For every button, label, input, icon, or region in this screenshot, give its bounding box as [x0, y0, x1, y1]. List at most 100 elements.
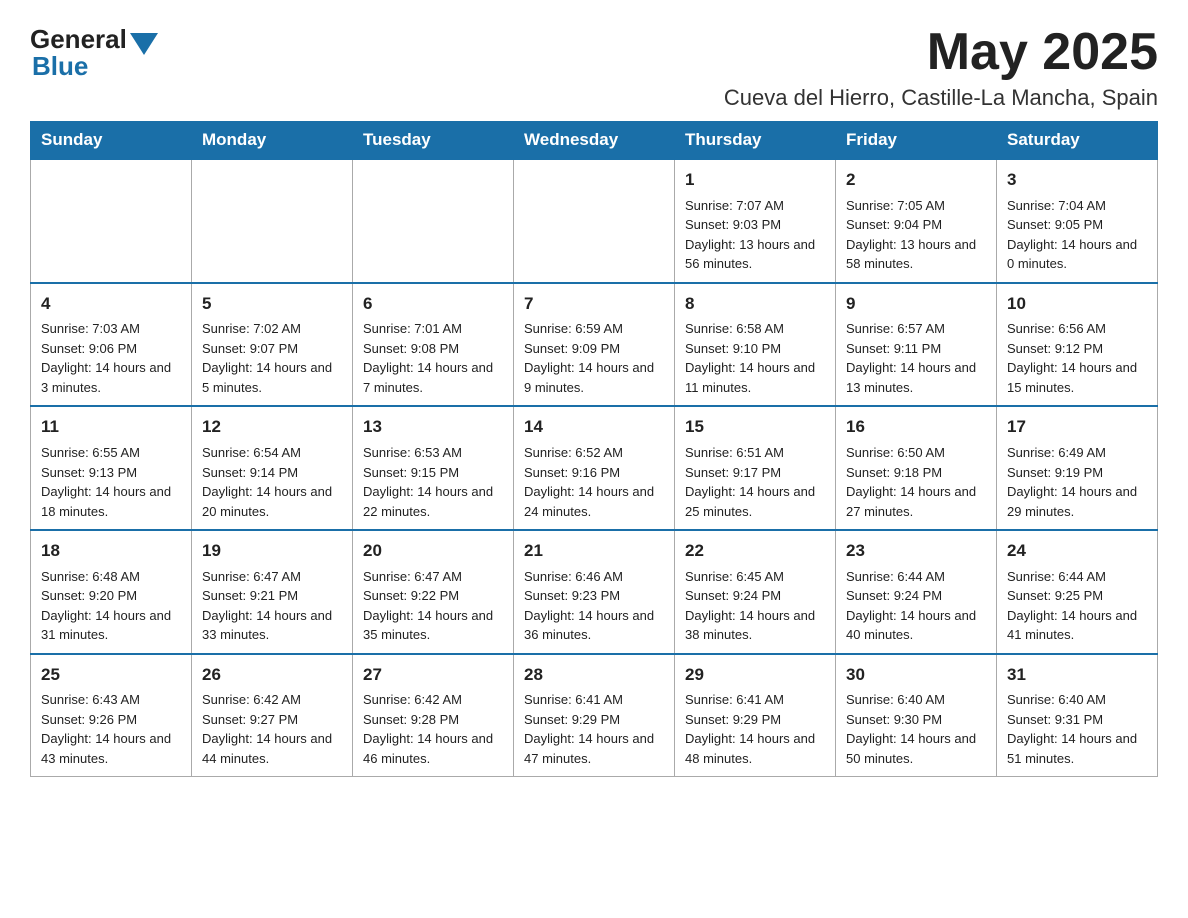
calendar-cell: 14 Sunrise: 6:52 AM Sunset: 9:16 PM Dayli… [514, 406, 675, 530]
calendar-cell: 10Sunrise: 6:56 AM Sunset: 9:12 PM Dayli… [997, 283, 1158, 407]
weekday-header-sunday: Sunday [31, 122, 192, 160]
title-area: May 2025 Cueva del Hierro, Castille-La M… [724, 24, 1158, 111]
calendar-cell: 9Sunrise: 6:57 AM Sunset: 9:11 PM Daylig… [836, 283, 997, 407]
calendar-week-3: 11 Sunrise: 6:55 AM Sunset: 9:13 PM Dayli… [31, 406, 1158, 530]
day-info: Sunrise: 6:40 AM Sunset: 9:31 PM Dayligh… [1007, 690, 1147, 768]
calendar-cell: 19Sunrise: 6:47 AM Sunset: 9:21 PM Dayli… [192, 530, 353, 654]
calendar-cell: 20 Sunrise: 6:47 AM Sunset: 9:22 PM Dayli… [353, 530, 514, 654]
day-info: Sunrise: 6:41 AM Sunset: 9:29 PM Dayligh… [685, 690, 825, 768]
weekday-header-tuesday: Tuesday [353, 122, 514, 160]
day-info: Sunrise: 6:59 AM Sunset: 9:09 PM Dayligh… [524, 319, 664, 397]
day-number: 28 [524, 663, 664, 688]
day-info: Sunrise: 6:50 AM Sunset: 9:18 PM Dayligh… [846, 443, 986, 521]
day-info: Sunrise: 6:55 AM Sunset: 9:13 PM Dayligh… [41, 443, 181, 521]
day-number: 4 [41, 292, 181, 317]
day-number: 6 [363, 292, 503, 317]
day-info: Sunrise: 6:42 AM Sunset: 9:28 PM Dayligh… [363, 690, 503, 768]
header: General Blue May 2025 Cueva del Hierro, … [30, 24, 1158, 111]
calendar-cell: 18Sunrise: 6:48 AM Sunset: 9:20 PM Dayli… [31, 530, 192, 654]
day-number: 2 [846, 168, 986, 193]
weekday-header-saturday: Saturday [997, 122, 1158, 160]
calendar-cell: 11 Sunrise: 6:55 AM Sunset: 9:13 PM Dayli… [31, 406, 192, 530]
day-number: 10 [1007, 292, 1147, 317]
calendar-cell: 12 Sunrise: 6:54 AM Sunset: 9:14 PM Dayli… [192, 406, 353, 530]
month-year-title: May 2025 [724, 24, 1158, 81]
calendar-week-1: 1Sunrise: 7:07 AM Sunset: 9:03 PM Daylig… [31, 159, 1158, 283]
day-number: 17 [1007, 415, 1147, 440]
logo-blue-text: Blue [32, 51, 88, 81]
calendar-cell [192, 159, 353, 283]
calendar-cell: 27Sunrise: 6:42 AM Sunset: 9:28 PM Dayli… [353, 654, 514, 777]
day-info: Sunrise: 6:57 AM Sunset: 9:11 PM Dayligh… [846, 319, 986, 397]
day-number: 29 [685, 663, 825, 688]
calendar-cell: 4Sunrise: 7:03 AM Sunset: 9:06 PM Daylig… [31, 283, 192, 407]
day-number: 7 [524, 292, 664, 317]
day-number: 22 [685, 539, 825, 564]
day-info: Sunrise: 6:56 AM Sunset: 9:12 PM Dayligh… [1007, 319, 1147, 397]
calendar-week-5: 25Sunrise: 6:43 AM Sunset: 9:26 PM Dayli… [31, 654, 1158, 777]
calendar-cell: 26Sunrise: 6:42 AM Sunset: 9:27 PM Dayli… [192, 654, 353, 777]
logo: General Blue [30, 24, 161, 82]
day-number: 18 [41, 539, 181, 564]
day-info: Sunrise: 6:45 AM Sunset: 9:24 PM Dayligh… [685, 567, 825, 645]
day-info: Sunrise: 6:42 AM Sunset: 9:27 PM Dayligh… [202, 690, 342, 768]
calendar-cell: 17 Sunrise: 6:49 AM Sunset: 9:19 PM Dayli… [997, 406, 1158, 530]
calendar-cell [514, 159, 675, 283]
day-info: Sunrise: 6:47 AM Sunset: 9:21 PM Dayligh… [202, 567, 342, 645]
calendar-cell: 5Sunrise: 7:02 AM Sunset: 9:07 PM Daylig… [192, 283, 353, 407]
calendar-cell: 16 Sunrise: 6:50 AM Sunset: 9:18 PM Dayli… [836, 406, 997, 530]
day-number: 31 [1007, 663, 1147, 688]
calendar-cell: 31Sunrise: 6:40 AM Sunset: 9:31 PM Dayli… [997, 654, 1158, 777]
day-info: Sunrise: 6:40 AM Sunset: 9:30 PM Dayligh… [846, 690, 986, 768]
calendar-cell: 6Sunrise: 7:01 AM Sunset: 9:08 PM Daylig… [353, 283, 514, 407]
weekday-header-friday: Friday [836, 122, 997, 160]
day-number: 8 [685, 292, 825, 317]
calendar-cell [31, 159, 192, 283]
day-info: Sunrise: 6:49 AM Sunset: 9:19 PM Dayligh… [1007, 443, 1147, 521]
day-info: Sunrise: 7:07 AM Sunset: 9:03 PM Dayligh… [685, 196, 825, 274]
calendar-week-2: 4Sunrise: 7:03 AM Sunset: 9:06 PM Daylig… [31, 283, 1158, 407]
day-info: Sunrise: 6:52 AM Sunset: 9:16 PM Dayligh… [524, 443, 664, 521]
day-number: 21 [524, 539, 664, 564]
day-info: Sunrise: 6:58 AM Sunset: 9:10 PM Dayligh… [685, 319, 825, 397]
calendar-cell [353, 159, 514, 283]
day-number: 30 [846, 663, 986, 688]
day-number: 24 [1007, 539, 1147, 564]
calendar-cell: 23 Sunrise: 6:44 AM Sunset: 9:24 PM Dayli… [836, 530, 997, 654]
weekday-header-monday: Monday [192, 122, 353, 160]
day-number: 12 [202, 415, 342, 440]
day-info: Sunrise: 6:51 AM Sunset: 9:17 PM Dayligh… [685, 443, 825, 521]
day-number: 16 [846, 415, 986, 440]
day-info: Sunrise: 7:03 AM Sunset: 9:06 PM Dayligh… [41, 319, 181, 397]
day-info: Sunrise: 6:44 AM Sunset: 9:24 PM Dayligh… [846, 567, 986, 645]
location-title: Cueva del Hierro, Castille-La Mancha, Sp… [724, 85, 1158, 111]
day-number: 27 [363, 663, 503, 688]
day-number: 15 [685, 415, 825, 440]
day-info: Sunrise: 6:53 AM Sunset: 9:15 PM Dayligh… [363, 443, 503, 521]
calendar-cell: 30Sunrise: 6:40 AM Sunset: 9:30 PM Dayli… [836, 654, 997, 777]
day-number: 14 [524, 415, 664, 440]
day-number: 25 [41, 663, 181, 688]
day-info: Sunrise: 6:46 AM Sunset: 9:23 PM Dayligh… [524, 567, 664, 645]
calendar-cell: 21 Sunrise: 6:46 AM Sunset: 9:23 PM Dayli… [514, 530, 675, 654]
day-number: 26 [202, 663, 342, 688]
calendar-cell: 8Sunrise: 6:58 AM Sunset: 9:10 PM Daylig… [675, 283, 836, 407]
weekday-header-wednesday: Wednesday [514, 122, 675, 160]
day-number: 5 [202, 292, 342, 317]
calendar-cell: 7Sunrise: 6:59 AM Sunset: 9:09 PM Daylig… [514, 283, 675, 407]
calendar-cell: 2 Sunrise: 7:05 AM Sunset: 9:04 PM Daylig… [836, 159, 997, 283]
day-number: 11 [41, 415, 181, 440]
weekday-header-thursday: Thursday [675, 122, 836, 160]
calendar-cell: 13Sunrise: 6:53 AM Sunset: 9:15 PM Dayli… [353, 406, 514, 530]
day-info: Sunrise: 7:05 AM Sunset: 9:04 PM Dayligh… [846, 196, 986, 274]
day-info: Sunrise: 6:44 AM Sunset: 9:25 PM Dayligh… [1007, 567, 1147, 645]
calendar-table: SundayMondayTuesdayWednesdayThursdayFrid… [30, 121, 1158, 777]
day-info: Sunrise: 6:47 AM Sunset: 9:22 PM Dayligh… [363, 567, 503, 645]
calendar-cell: 3Sunrise: 7:04 AM Sunset: 9:05 PM Daylig… [997, 159, 1158, 283]
day-info: Sunrise: 6:54 AM Sunset: 9:14 PM Dayligh… [202, 443, 342, 521]
day-info: Sunrise: 7:04 AM Sunset: 9:05 PM Dayligh… [1007, 196, 1147, 274]
day-info: Sunrise: 7:01 AM Sunset: 9:08 PM Dayligh… [363, 319, 503, 397]
day-number: 20 [363, 539, 503, 564]
logo-triangle-icon [130, 33, 158, 55]
day-number: 23 [846, 539, 986, 564]
